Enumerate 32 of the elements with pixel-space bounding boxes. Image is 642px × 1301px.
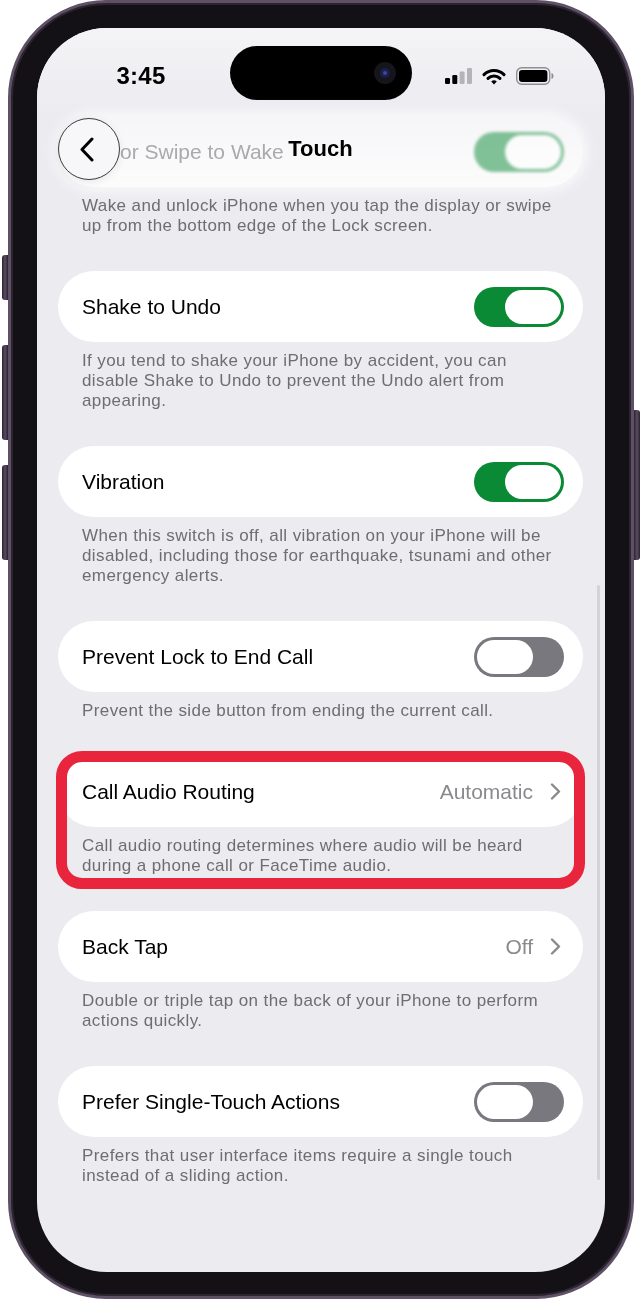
camera-lens-icon [374, 62, 396, 84]
chevron-right-icon [550, 938, 561, 955]
row-description: When this switch is off, all vibration on your iPhone will be disabled, including those for earthquake, tsunami and other emergency alerts. [81, 526, 553, 586]
row-label: Shake to Undo [82, 294, 221, 319]
row-value: Automatic [439, 779, 533, 804]
row-label: Prevent Lock to End Call [82, 644, 314, 669]
side-button[interactable] [2, 255, 8, 300]
row-description: Double or triple tap on the back of your iPhone to perform actions quickly. [81, 991, 539, 1031]
row-description: Wake and unlock iPhone when you tap the display or swipe up from the bottom edge of the Lock screen. [81, 196, 553, 236]
row-label: Call Audio Routing [82, 779, 255, 804]
row-label: Prefer Single-Touch Actions [82, 1089, 340, 1114]
signal-icon [445, 68, 472, 84]
row-description: Prevent the side button from ending the current call. [81, 701, 495, 721]
row-label: Back Tap [82, 934, 168, 959]
wifi-icon [482, 67, 506, 85]
row-value: Off [505, 934, 533, 959]
toggle-switch[interactable] [474, 636, 564, 677]
settings-row[interactable]: Back Tap Off [58, 911, 583, 982]
row-description: Call audio routing determines where audio will be heard during a phone call or FaceTime audio. [81, 836, 524, 876]
toggle-switch[interactable] [474, 286, 564, 327]
row-description: Prefers that user interface items require a single touch instead of a sliding action. [81, 1146, 514, 1186]
row-label: Vibration [82, 469, 165, 494]
toggle-switch[interactable] [474, 1081, 564, 1122]
status-time: 3:45 [116, 62, 166, 90]
chevron-right-icon [550, 783, 561, 800]
row-label: or Swipe to Wake [120, 139, 284, 164]
nav-title: Touch [288, 136, 353, 162]
battery-icon [516, 67, 554, 85]
row-description: If you tend to shake your iPhone by accident, you can disable Shake to Undo to prevent the Undo alert from appearing. [81, 351, 508, 411]
chevron-left-icon [79, 136, 95, 162]
toggle-switch[interactable] [474, 131, 564, 172]
toggle-switch[interactable] [474, 461, 564, 502]
